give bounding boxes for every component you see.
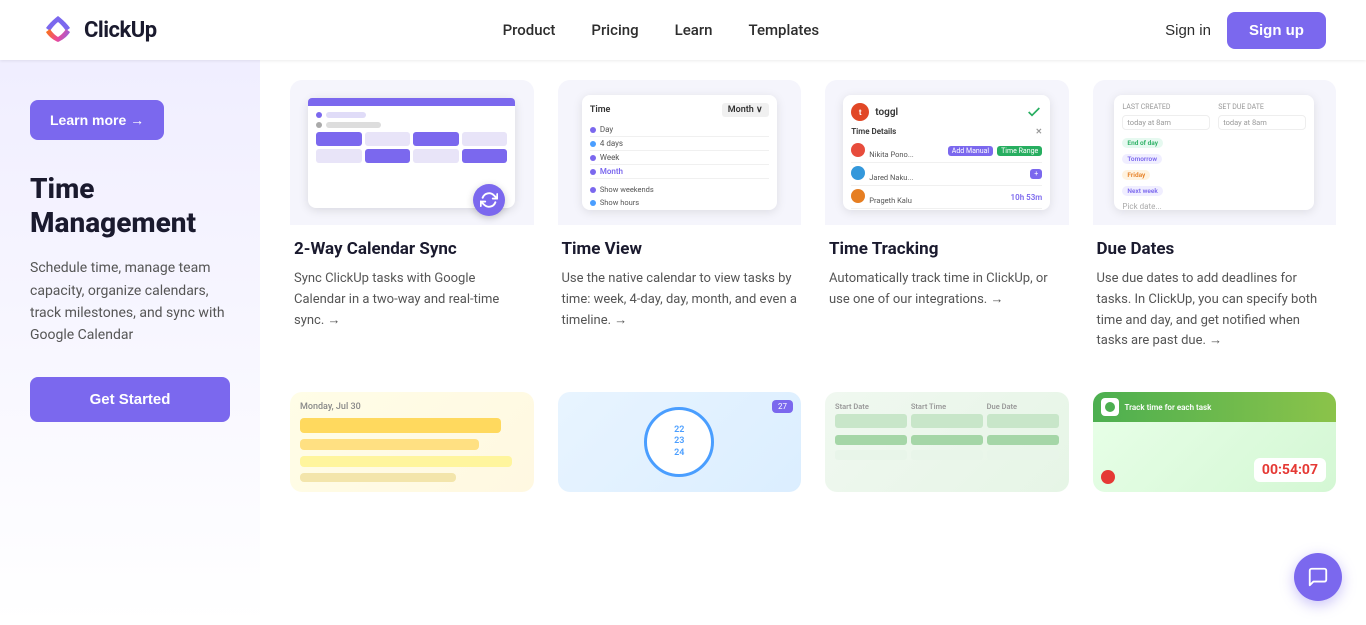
calendar-sync-title: 2-Way Calendar Sync [290, 239, 534, 259]
page-body: Learn more → Time Management Schedule ti… [0, 60, 1366, 625]
bottom-card-3-image: Start DateStart TimeDue Date [825, 392, 1069, 492]
nav-links: Product Pricing Learn Templates [503, 21, 820, 39]
feature-card-time-view: Time Month ∨ Day 4 days Week Month Show … [558, 80, 802, 368]
signup-button[interactable]: Sign up [1227, 12, 1326, 49]
feature-card-calendar-sync: 2-Way Calendar Sync Sync ClickUp tasks w… [290, 80, 534, 368]
time-view-title: Time View [558, 239, 802, 259]
sync-icon [473, 184, 505, 216]
due-dates-mockup: LAST CREATED today at 8am SET DUE DATE t… [1114, 95, 1314, 210]
due-dates-title: Due Dates [1093, 239, 1337, 259]
bottom-4-accent: Track time for each task [1093, 392, 1337, 422]
due-dates-image: LAST CREATED today at 8am SET DUE DATE t… [1093, 80, 1337, 225]
time-tracking-title: Time Tracking [825, 239, 1069, 259]
feature-card-time-tracking: t toggl Time Details ✕ Nikita Pono... Ad… [825, 80, 1069, 368]
logo-text: ClickUp [84, 18, 157, 43]
timer-display: 00:54:07 [1254, 458, 1326, 482]
get-started-button[interactable]: Get Started [30, 377, 230, 422]
bottom-card-1-image: Monday, Jul 30 [290, 392, 534, 492]
calendar-sync-desc: Sync ClickUp tasks with Google Calendar … [290, 269, 534, 331]
sidebar-title: Time Management [30, 172, 230, 239]
time-view-desc: Use the native calendar to view tasks by… [558, 269, 802, 331]
navbar: ClickUp Product Pricing Learn Templates … [0, 0, 1366, 60]
logo-container: ClickUp [40, 12, 157, 48]
bottom-feature-card-4: Track time for each task 00:54:07 [1093, 392, 1337, 492]
navbar-auth: Sign in Sign up [1165, 12, 1326, 49]
bottom-card-4-image: Track time for each task 00:54:07 [1093, 392, 1337, 492]
feature-grid-bottom: Monday, Jul 30 222324 27 [290, 392, 1336, 492]
time-view-mockup: Time Month ∨ Day 4 days Week Month Show … [582, 95, 777, 210]
due-dates-desc: Use due dates to add deadlines for tasks… [1093, 269, 1337, 352]
feature-grid-top: 2-Way Calendar Sync Sync ClickUp tasks w… [290, 80, 1336, 368]
bottom-card-2-image: 222324 27 [558, 392, 802, 492]
toggl-logo: t [851, 103, 869, 121]
sidebar-cta-button[interactable]: Learn more → [30, 100, 164, 140]
clickup-logo-icon [40, 12, 76, 48]
chat-bubble[interactable] [1294, 553, 1342, 601]
time-tracking-mockup: t toggl Time Details ✕ Nikita Pono... Ad… [843, 95, 1050, 210]
time-view-image: Time Month ∨ Day 4 days Week Month Show … [558, 80, 802, 225]
signin-button[interactable]: Sign in [1165, 22, 1211, 39]
nav-product[interactable]: Product [503, 21, 556, 39]
calendar-sync-mockup [308, 98, 515, 208]
sidebar: Learn more → Time Management Schedule ti… [0, 60, 260, 625]
time-tracking-desc: Automatically track time in ClickUp, or … [825, 269, 1069, 311]
sidebar-description: Schedule time, manage team capacity, org… [30, 257, 230, 347]
bottom-feature-card-3: Start DateStart TimeDue Date [825, 392, 1069, 492]
bottom-feature-card-2: 222324 27 [558, 392, 802, 492]
feature-card-due-dates: LAST CREATED today at 8am SET DUE DATE t… [1093, 80, 1337, 368]
main-content: 2-Way Calendar Sync Sync ClickUp tasks w… [260, 60, 1366, 625]
chat-icon [1307, 566, 1329, 588]
nav-pricing[interactable]: Pricing [591, 21, 638, 39]
bottom-feature-card-1: Monday, Jul 30 [290, 392, 534, 492]
time-tracking-image: t toggl Time Details ✕ Nikita Pono... Ad… [825, 80, 1069, 225]
nav-templates[interactable]: Templates [749, 21, 820, 39]
calendar-sync-image [290, 80, 534, 225]
nav-learn[interactable]: Learn [675, 21, 713, 39]
